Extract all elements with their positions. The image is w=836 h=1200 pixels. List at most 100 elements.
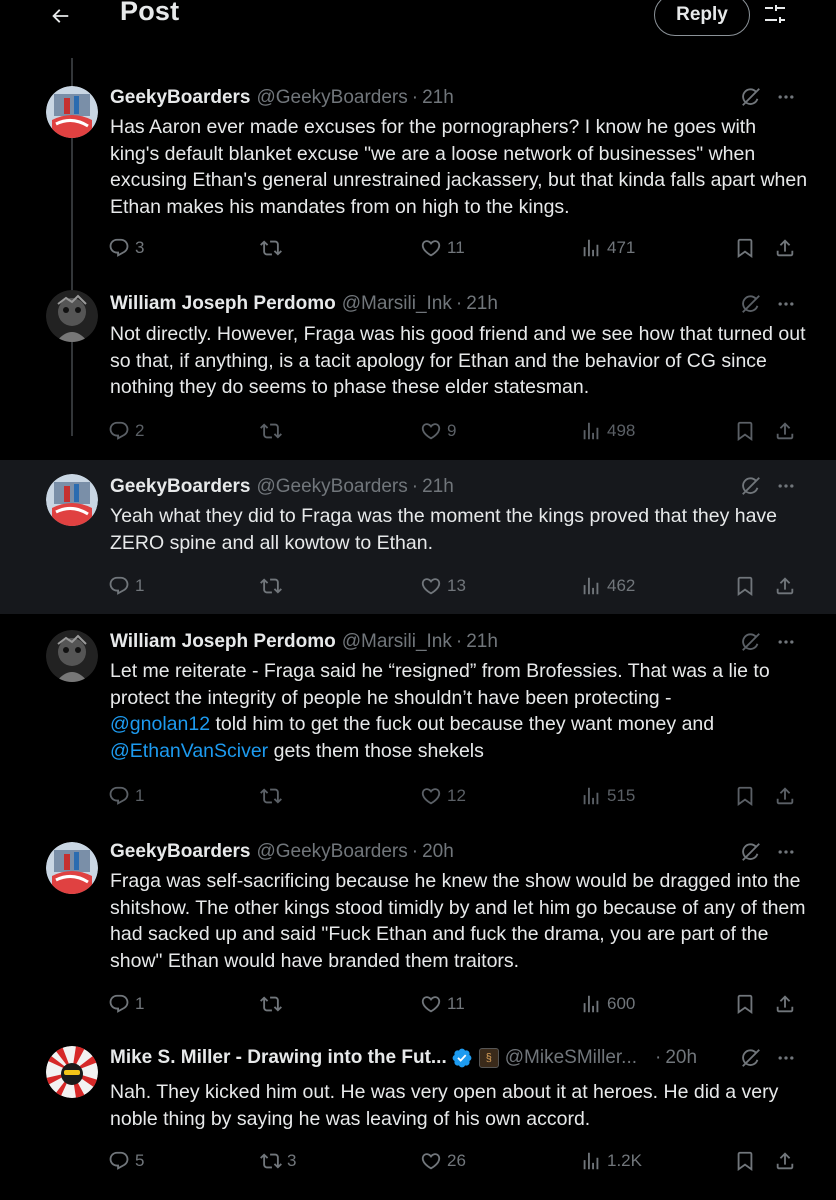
retweet-action[interactable] [260,991,287,1017]
grok-icon[interactable] [738,629,764,655]
more-icon[interactable] [774,840,798,864]
reply-action[interactable]: 1 [108,991,144,1017]
view-count: 600 [607,994,636,1013]
handle[interactable]: @GeekyBoarders [256,476,407,498]
tweet-actions: 1 11 600 [108,991,808,1017]
tweet-text-part: told him to get the fuck out because the… [210,713,715,735]
views-action[interactable]: 1.2K [580,1148,642,1174]
timestamp[interactable]: 21h [422,87,454,109]
more-icon[interactable] [774,630,798,654]
reply-action[interactable]: 2 [108,418,144,444]
timestamp[interactable]: 21h [422,476,454,498]
tweet[interactable]: GeekyBoarders @GeekyBoarders · 21h Yeah … [0,460,836,614]
handle[interactable]: @MikeSMiller... [505,1047,637,1069]
avatar[interactable] [46,86,98,138]
tweet[interactable]: William Joseph Perdomo @Marsili_Ink · 21… [0,282,836,452]
handle[interactable]: @GeekyBoarders [256,87,407,109]
more-icon[interactable] [774,292,798,316]
bookmark-icon [734,993,756,1015]
like-action[interactable]: 12 [420,783,466,809]
display-name[interactable]: GeekyBoarders [110,87,250,109]
share-action[interactable] [774,235,796,261]
retweet-action[interactable]: 3 [260,1148,296,1174]
share-icon [774,1150,796,1172]
view-count: 515 [607,786,636,805]
bookmark-action[interactable] [734,235,756,261]
views-action[interactable]: 498 [580,418,635,444]
reply-action[interactable]: 5 [108,1148,144,1174]
share-action[interactable] [774,1148,796,1174]
tweet[interactable]: Mike S. Miller - Drawing into the Fut...… [0,1036,836,1200]
bookmark-action[interactable] [734,573,756,599]
reply-button[interactable]: Reply [654,0,750,36]
grok-icon[interactable] [738,839,764,865]
bookmark-icon [734,420,756,442]
more-icon[interactable] [774,1046,798,1070]
share-action[interactable] [774,573,796,599]
heart-icon [420,785,442,807]
timestamp[interactable]: 21h [466,293,498,315]
grok-icon[interactable] [738,1045,764,1071]
retweet-action[interactable] [260,418,287,444]
heart-icon [420,1150,442,1172]
reply-icon [108,993,130,1015]
timestamp[interactable]: 21h [466,631,498,653]
back-button[interactable] [44,0,76,32]
mention-link[interactable]: @EthanVanSciver [110,740,268,762]
bookmark-action[interactable] [734,418,756,444]
views-action[interactable]: 462 [580,573,635,599]
bookmark-action[interactable] [734,991,756,1017]
retweet-action[interactable] [260,235,287,261]
handle[interactable]: @Marsili_Ink [342,293,452,315]
display-name[interactable]: GeekyBoarders [110,841,250,863]
avatar[interactable] [46,842,98,894]
tweet[interactable]: GeekyBoarders @GeekyBoarders · 21h Has A… [0,70,836,270]
share-action[interactable] [774,783,796,809]
reply-action[interactable]: 1 [108,783,144,809]
avatar[interactable] [46,474,98,526]
display-name[interactable]: GeekyBoarders [110,476,250,498]
views-action[interactable]: 515 [580,783,635,809]
timestamp[interactable]: 20h [422,841,454,863]
like-action[interactable]: 11 [420,235,465,261]
bookmark-action[interactable] [734,783,756,809]
heart-icon [420,420,442,442]
tweet-text: Let me reiterate - Fraga said he “resign… [110,658,810,764]
more-icon[interactable] [774,474,798,498]
grok-icon[interactable] [738,84,764,110]
reply-action[interactable]: 1 [108,573,144,599]
timestamp[interactable]: 20h [665,1047,697,1069]
retweet-action[interactable] [260,783,287,809]
grok-icon[interactable] [738,291,764,317]
share-action[interactable] [774,991,796,1017]
display-name[interactable]: Mike S. Miller - Drawing into the Fut... [110,1047,447,1069]
grok-icon[interactable] [738,473,764,499]
bookmark-icon [734,575,756,597]
retweet-icon [260,993,282,1015]
share-action[interactable] [774,418,796,444]
display-name[interactable]: William Joseph Perdomo [110,631,336,653]
views-action[interactable]: 471 [580,235,635,261]
avatar[interactable] [46,290,98,342]
like-action[interactable]: 13 [420,573,466,599]
reply-action[interactable]: 3 [108,235,144,261]
tweet[interactable]: GeekyBoarders @GeekyBoarders · 20h Fraga… [0,830,836,1030]
more-icon[interactable] [774,85,798,109]
mention-link[interactable]: @gnolan12 [110,713,210,735]
bookmark-action[interactable] [734,1148,756,1174]
filter-button[interactable] [760,0,790,30]
avatar[interactable] [46,1046,98,1098]
tweet[interactable]: William Joseph Perdomo @Marsili_Ink · 21… [0,620,836,824]
views-icon [580,237,602,259]
like-action[interactable]: 26 [420,1148,466,1174]
retweet-action[interactable] [260,573,287,599]
display-name[interactable]: William Joseph Perdomo [110,293,336,315]
tweet-header: GeekyBoarders @GeekyBoarders · 21h [110,87,454,109]
handle[interactable]: @Marsili_Ink [342,631,452,653]
sliders-icon [765,5,785,23]
like-action[interactable]: 9 [420,418,456,444]
handle[interactable]: @GeekyBoarders [256,841,407,863]
like-action[interactable]: 11 [420,991,465,1017]
views-action[interactable]: 600 [580,991,635,1017]
avatar[interactable] [46,630,98,682]
